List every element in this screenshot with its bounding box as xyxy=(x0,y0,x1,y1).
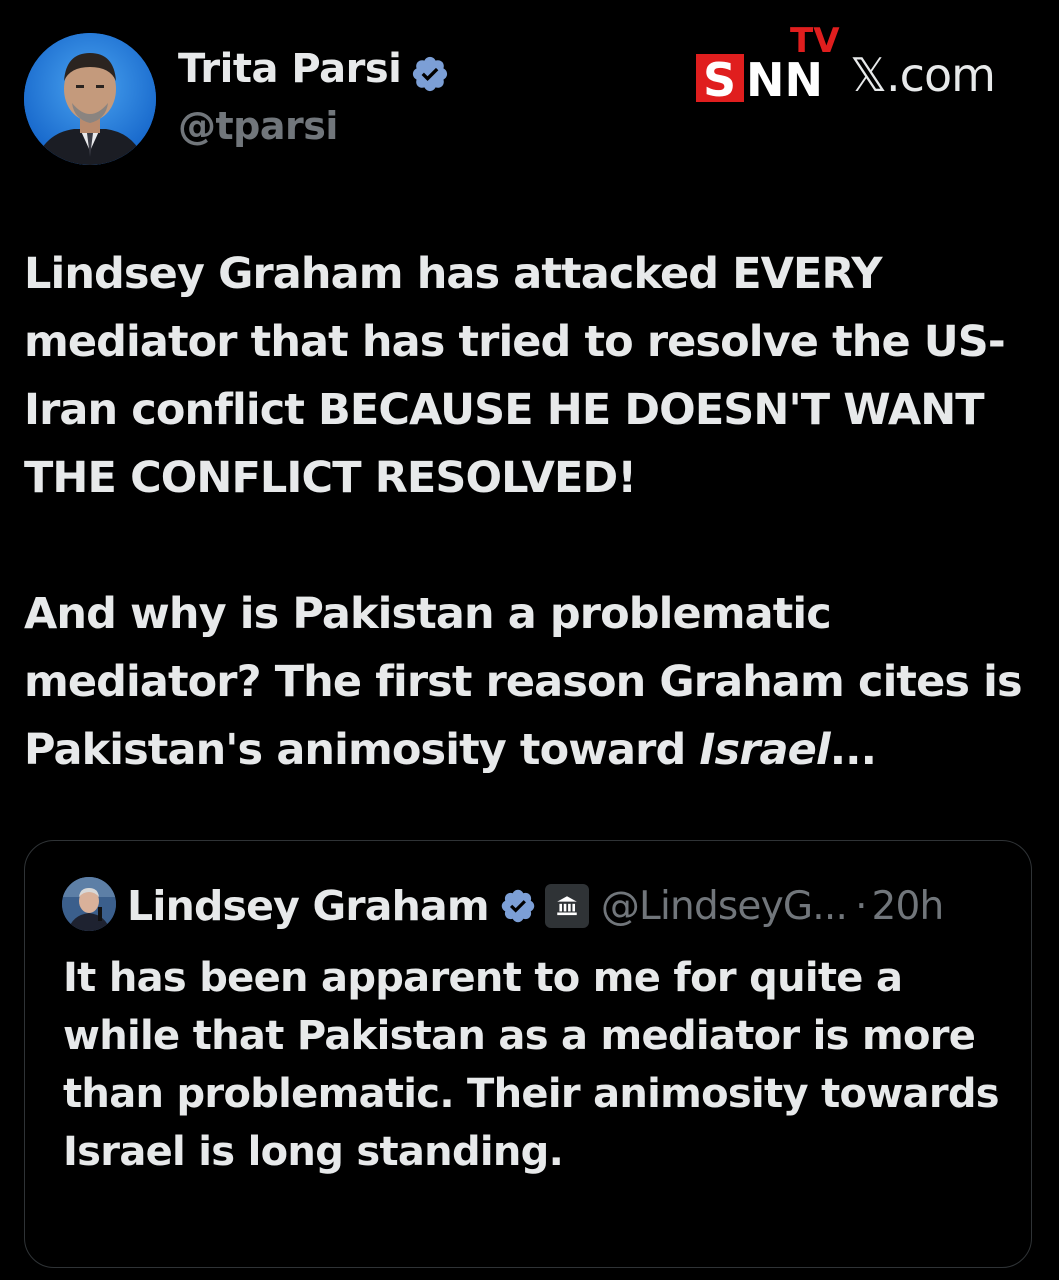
quoted-author-name[interactable]: Lindsey Graham xyxy=(127,882,490,930)
quoted-author-handle[interactable]: @LindseyG... xyxy=(601,884,848,929)
svg-text:NN: NN xyxy=(746,53,823,104)
government-building-icon xyxy=(544,884,589,928)
verified-badge-icon xyxy=(412,56,448,92)
svg-text:S: S xyxy=(703,53,736,104)
verified-badge-icon xyxy=(501,889,535,923)
post-paragraph-2: And why is Pakistan a problematic mediat… xyxy=(24,589,1023,775)
author-handle[interactable]: @tparsi xyxy=(178,104,338,148)
snn-tv-logo: TV S NN xyxy=(696,22,840,104)
quoted-post-time[interactable]: 20h xyxy=(872,884,945,929)
quoted-author-avatar[interactable] xyxy=(62,877,116,931)
italic-word: Israel xyxy=(699,725,830,775)
author-name[interactable]: Trita Parsi xyxy=(178,46,402,92)
separator-dot: · xyxy=(855,883,868,929)
author-avatar[interactable] xyxy=(24,33,156,165)
quoted-post-card[interactable]: Lindsey Graham @LindseyG... · 20h It has… xyxy=(24,840,1032,1268)
watermark-site: 𝕏.com xyxy=(850,48,996,102)
post-body: Lindsey Graham has attacked EVERY mediat… xyxy=(24,240,1034,784)
quoted-post-text: It has been apparent to me for quite a w… xyxy=(63,955,1000,1175)
quoted-post-header: Lindsey Graham @LindseyG... · 20h xyxy=(127,881,945,931)
post-paragraph-1: Lindsey Graham has attacked EVERY mediat… xyxy=(24,249,1006,503)
